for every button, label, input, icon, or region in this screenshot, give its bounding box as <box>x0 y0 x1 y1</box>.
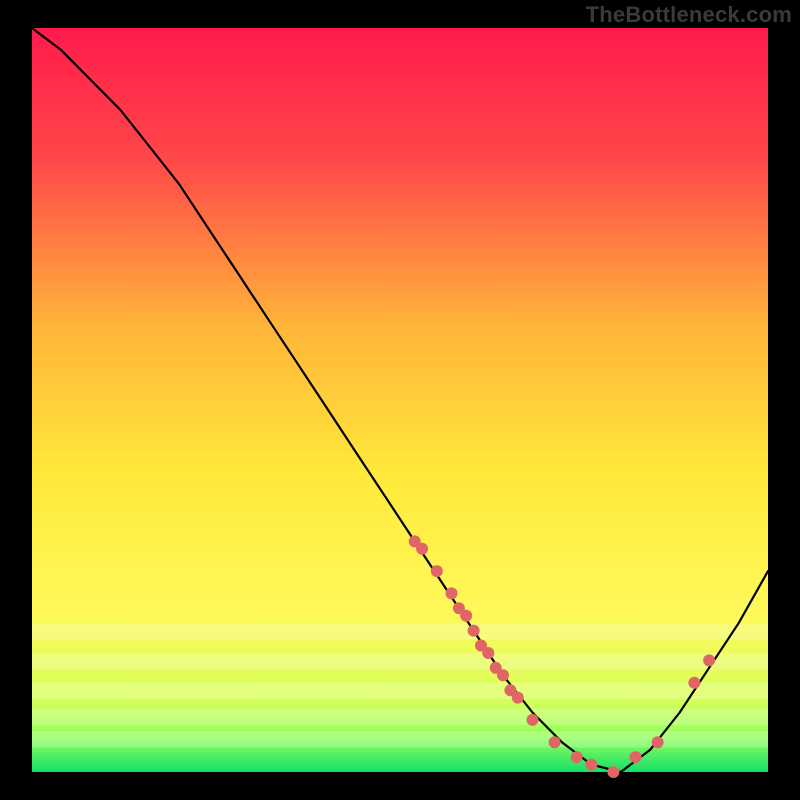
highlight-dot <box>416 543 428 555</box>
highlight-dot <box>527 714 539 726</box>
highlight-dot <box>652 736 664 748</box>
watermark-text: TheBottleneck.com <box>586 2 792 28</box>
highlight-dot <box>630 751 642 763</box>
highlight-dot <box>482 647 494 659</box>
chart-svg <box>0 0 800 800</box>
highlight-dot <box>497 669 509 681</box>
highlight-dot <box>431 565 443 577</box>
highlight-dot <box>460 610 472 622</box>
highlight-dot <box>446 587 458 599</box>
highlight-dot <box>607 766 619 778</box>
highlight-dot <box>512 692 524 704</box>
highlight-dot <box>688 677 700 689</box>
highlight-dot <box>549 736 561 748</box>
highlight-dot <box>585 759 597 771</box>
chart-frame: { "watermark": "TheBottleneck.com", "cha… <box>0 0 800 800</box>
highlight-dot <box>703 654 715 666</box>
highlight-dot <box>468 625 480 637</box>
highlight-dot <box>571 751 583 763</box>
